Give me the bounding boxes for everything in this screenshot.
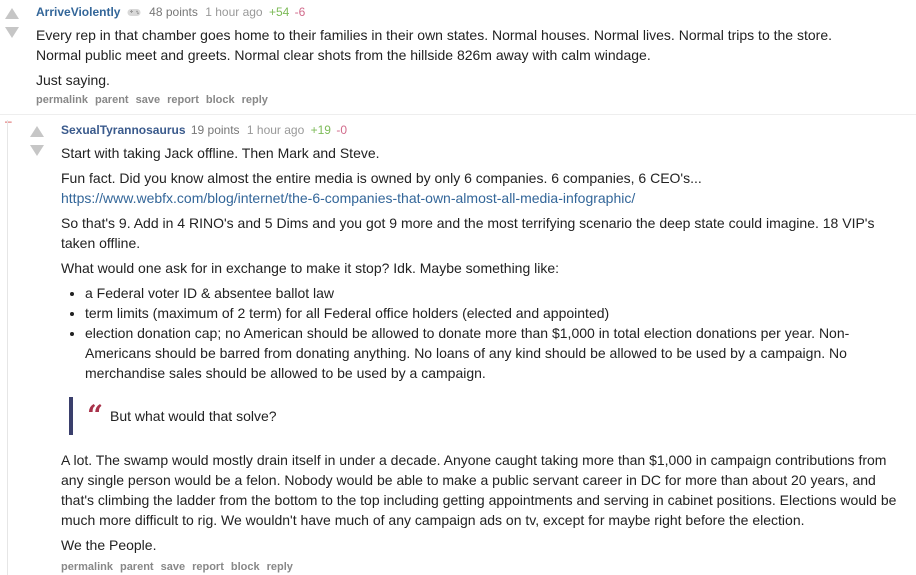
comment-2-votes bbox=[30, 126, 44, 156]
comment-points: 19 points bbox=[190, 123, 240, 137]
comment-time: 1 hour ago bbox=[205, 5, 263, 19]
downvote-count: -6 bbox=[294, 5, 306, 19]
comment-2-buttons: permalink parent save report block reply bbox=[61, 561, 901, 573]
comment-1-votes bbox=[5, 8, 19, 38]
blockquote: “ But what would that solve? bbox=[69, 397, 277, 435]
quote-icon: “ bbox=[87, 399, 104, 432]
comment-1-buttons: permalink parent save report block reply bbox=[36, 94, 906, 106]
comment-paragraph: What would one ask for in exchange to ma… bbox=[61, 260, 560, 276]
list-item: election donation cap; no American shoul… bbox=[85, 323, 885, 383]
comment-paragraph: Every rep in that chamber goes home to t… bbox=[36, 27, 832, 43]
comment-1-tagline: ArriveViolently 48 points 1 hour ago +54… bbox=[36, 5, 906, 19]
upvote-arrow-icon[interactable] bbox=[30, 126, 44, 137]
author-link[interactable]: ArriveViolently bbox=[36, 5, 120, 19]
report-button[interactable]: report bbox=[192, 561, 224, 573]
author-link[interactable]: SexualTyrannosaurus bbox=[61, 123, 186, 137]
upvote-count: +54 bbox=[268, 5, 290, 19]
comment-2-continued: A lot. The swamp would mostly drain itse… bbox=[61, 450, 901, 573]
parent-button[interactable]: parent bbox=[120, 561, 154, 573]
save-button[interactable]: save bbox=[136, 94, 160, 106]
gamepad-icon bbox=[127, 9, 141, 16]
downvote-arrow-icon[interactable] bbox=[30, 145, 44, 156]
comment-separator bbox=[0, 114, 916, 115]
parent-button[interactable]: parent bbox=[95, 94, 129, 106]
reply-button[interactable]: reply bbox=[242, 94, 268, 106]
comment-paragraph: A lot. The swamp would mostly drain itse… bbox=[61, 452, 897, 528]
report-button[interactable]: report bbox=[167, 94, 199, 106]
comment-time: 1 hour ago bbox=[246, 123, 305, 137]
demands-list: a Federal voter ID & absentee ballot law… bbox=[61, 283, 885, 383]
collapse-toggle[interactable]: – bbox=[5, 114, 12, 128]
comment-points: 48 points bbox=[149, 5, 198, 19]
comment-2-body: Start with taking Jack offline. Then Mar… bbox=[61, 143, 901, 383]
comment-2-tagline: SexualTyrannosaurus 19 points 1 hour ago… bbox=[61, 123, 901, 137]
downvote-count: -0 bbox=[336, 123, 347, 137]
quote-text: But what would that solve? bbox=[110, 408, 277, 424]
permalink-button[interactable]: permalink bbox=[61, 561, 113, 573]
comment-paragraph: Just saying. bbox=[36, 72, 110, 88]
reply-button[interactable]: reply bbox=[267, 561, 293, 573]
comment-paragraph: taken offline. bbox=[61, 235, 141, 251]
comment-2: SexualTyrannosaurus 19 points 1 hour ago… bbox=[61, 123, 901, 383]
list-item: a Federal voter ID & absentee ballot law bbox=[85, 283, 885, 303]
list-item: term limits (maximum of 2 term) for all … bbox=[85, 303, 885, 323]
comment-paragraph: We the People. bbox=[61, 537, 157, 553]
comment-2-body-continued: A lot. The swamp would mostly drain itse… bbox=[61, 450, 901, 555]
downvote-arrow-icon[interactable] bbox=[5, 27, 19, 38]
save-button[interactable]: save bbox=[161, 561, 185, 573]
media-link[interactable]: https://www.webfx.com/blog/internet/the-… bbox=[61, 190, 635, 206]
comment-1: ArriveViolently 48 points 1 hour ago +54… bbox=[36, 5, 906, 106]
upvote-count: +19 bbox=[310, 123, 331, 137]
upvote-arrow-icon[interactable] bbox=[5, 8, 19, 19]
block-button[interactable]: block bbox=[206, 94, 235, 106]
block-button[interactable]: block bbox=[231, 561, 260, 573]
comment-paragraph: Start with taking Jack offline. Then Mar… bbox=[61, 145, 380, 161]
comment-paragraph: Fun fact. Did you know almost the entire… bbox=[61, 170, 702, 186]
thread-line bbox=[7, 120, 8, 575]
comment-paragraph: Normal public meet and greets. Normal cl… bbox=[36, 47, 651, 63]
comment-paragraph: So that's 9. Add in 4 RINO's and 5 Dims … bbox=[61, 215, 875, 231]
comment-paragraph: https://www.webfx.com/blog/internet/the-… bbox=[61, 188, 901, 208]
comment-1-body: Every rep in that chamber goes home to t… bbox=[36, 25, 906, 90]
permalink-button[interactable]: permalink bbox=[36, 94, 88, 106]
